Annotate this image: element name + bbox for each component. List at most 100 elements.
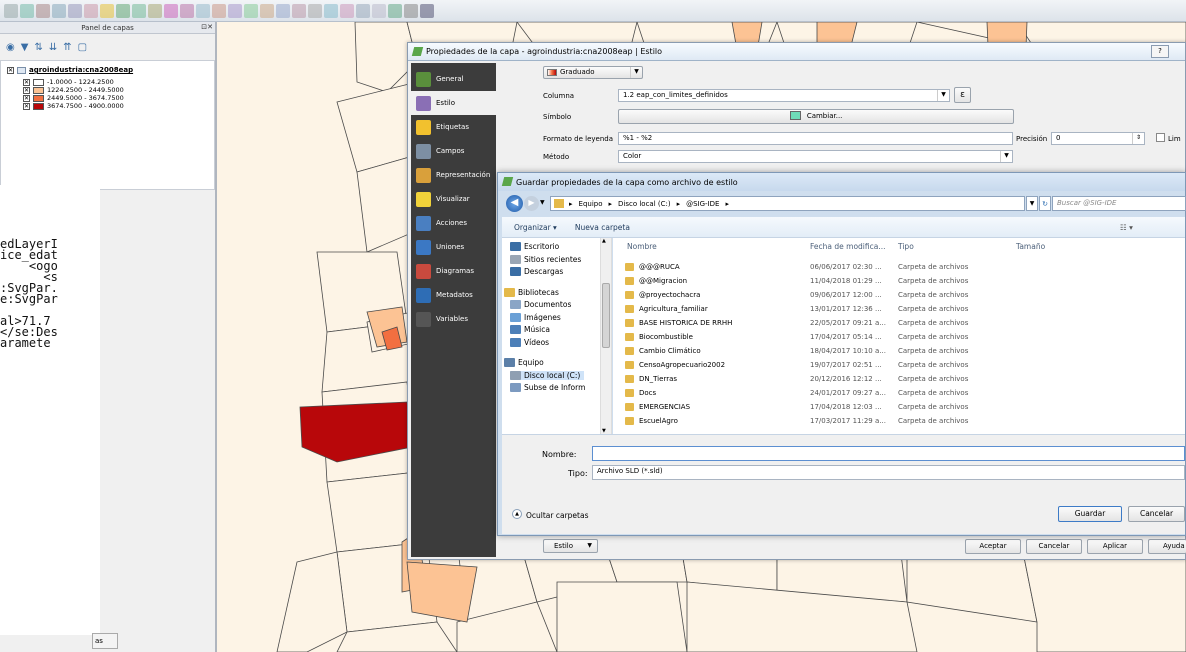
collapse-all-icon[interactable]: ⇈: [63, 42, 71, 53]
filename-input[interactable]: [592, 446, 1185, 461]
toolbar-tool-icon[interactable]: [260, 3, 274, 18]
nav-pane-item[interactable]: Equipo: [504, 358, 544, 367]
file-row[interactable]: @proyectochacra 09/06/2017 12:00 ... Carpe…: [613, 288, 1185, 302]
nav-pane-item[interactable]: Música: [510, 325, 550, 334]
toolbar-tool-icon[interactable]: [52, 3, 66, 18]
nav-item-uniones[interactable]: Uniones: [411, 235, 496, 259]
new-folder-button[interactable]: Nueva carpeta: [575, 223, 630, 232]
address-dropdown-icon[interactable]: ▼: [1026, 196, 1038, 211]
apply-button[interactable]: Aplicar: [1087, 539, 1143, 554]
toolbar-tool-icon[interactable]: [356, 3, 370, 18]
toolbar-tool-icon[interactable]: [164, 3, 178, 18]
nav-pane-item[interactable]: Disco local (C:): [510, 370, 585, 380]
column-select[interactable]: 1.2 eap_con_limites_definidos ▼: [618, 89, 950, 102]
help-button[interactable]: Ayuda: [1148, 539, 1186, 554]
toolbar-tool-icon[interactable]: [404, 3, 418, 18]
nav-item-representación[interactable]: Representación: [411, 163, 496, 187]
legend-item-checkbox[interactable]: ✕: [23, 102, 30, 110]
method-select[interactable]: Color ▼: [618, 150, 1013, 163]
legend-format-input[interactable]: %1 - %2: [618, 132, 1013, 145]
nav-item-estilo[interactable]: Estilo: [411, 91, 496, 115]
nav-pane-item[interactable]: Vídeos: [510, 337, 549, 347]
legend-item[interactable]: ✕ 3674.7500 - 4900.0000: [23, 102, 124, 110]
toolbar-tool-icon[interactable]: [100, 3, 114, 18]
toolbar-tool-icon[interactable]: [132, 3, 146, 18]
file-row[interactable]: CensoAgropecuario2002 19/07/2017 02:51 ..…: [613, 358, 1185, 372]
search-input[interactable]: Buscar @SIG-IDE: [1052, 196, 1186, 211]
nav-item-acciones[interactable]: Acciones: [411, 211, 496, 235]
toolbar-tool-icon[interactable]: [388, 3, 402, 18]
toolbar-tool-icon[interactable]: [68, 3, 82, 18]
toolbar-tool-icon[interactable]: [308, 3, 322, 18]
filetype-select[interactable]: Archivo SLD (*.sld): [592, 465, 1185, 480]
toolbar-tool-icon[interactable]: [228, 3, 242, 18]
accept-button[interactable]: Aceptar: [965, 539, 1021, 554]
breadcrumb[interactable]: ▸ Equipo ▸ Disco local (C:) ▸ @SIG-IDE ▸: [550, 196, 1025, 211]
view-options-icon[interactable]: ☷ ▾: [1120, 223, 1133, 232]
breadcrumb-separator-icon[interactable]: ▸: [569, 200, 573, 208]
toolbar-tool-icon[interactable]: [36, 3, 50, 18]
scroll-up-icon[interactable]: ▲: [602, 238, 606, 244]
close-panel-icon[interactable]: ⊡✕: [201, 23, 213, 31]
toolbar-tool-icon[interactable]: [148, 3, 162, 18]
filter-legend-icon[interactable]: ⇅: [34, 42, 42, 53]
refresh-icon[interactable]: ↻: [1039, 196, 1051, 211]
nav-pane-item[interactable]: Subse de Inform: [510, 383, 585, 392]
nav-item-variables[interactable]: Variables: [411, 307, 496, 331]
map-region[interactable]: [276, 551, 348, 652]
nav-pane-item[interactable]: Documentos: [510, 300, 571, 309]
file-row[interactable]: EMERGENCIAS 17/04/2018 12:03 ... Carpeta d…: [613, 400, 1185, 414]
map-region[interactable]: [556, 581, 688, 652]
layer-item[interactable]: ✕ agroindustria:cna2008eap: [7, 66, 133, 74]
toolbar-tool-icon[interactable]: [420, 3, 434, 18]
add-group-icon[interactable]: ◉: [6, 42, 15, 53]
scrollbar-thumb[interactable]: [602, 283, 610, 348]
breadcrumb-item[interactable]: Equipo: [579, 200, 603, 208]
back-icon[interactable]: ◀: [506, 195, 523, 212]
nav-pane-item[interactable]: Descargas: [510, 267, 563, 276]
change-symbol-button[interactable]: Cambiar...: [618, 109, 1014, 124]
toolbar-tool-icon[interactable]: [340, 3, 354, 18]
breadcrumb-separator-icon[interactable]: ▸: [677, 200, 681, 208]
cancel-save-button[interactable]: Cancelar: [1128, 506, 1185, 522]
toolbar-tool-icon[interactable]: [196, 3, 210, 18]
legend-item[interactable]: ✕ -1.0000 - 1224.2500: [23, 78, 114, 86]
expand-all-icon[interactable]: ⇊: [49, 42, 57, 53]
nav-item-etiquetas[interactable]: Etiquetas: [411, 115, 496, 139]
file-row[interactable]: Docs 24/01/2017 09:27 a... Carpeta de arch…: [613, 386, 1185, 400]
nav-pane-item[interactable]: Escritorio: [510, 242, 559, 251]
expression-button[interactable]: ε: [954, 87, 971, 103]
nav-item-general[interactable]: General: [411, 67, 496, 91]
precision-spinbox[interactable]: 0 ⇕: [1051, 132, 1145, 145]
legend-item-checkbox[interactable]: ✕: [23, 94, 30, 102]
save-button[interactable]: Guardar: [1058, 506, 1122, 522]
breadcrumb-separator-icon[interactable]: ▸: [725, 200, 729, 208]
collapse-icon[interactable]: ▲: [512, 509, 522, 519]
bottom-tab[interactable]: as: [92, 633, 118, 649]
toolbar-tool-icon[interactable]: [292, 3, 306, 18]
toolbar-tool-icon[interactable]: [20, 3, 34, 18]
cancel-button[interactable]: Cancelar: [1026, 539, 1082, 554]
legend-item[interactable]: ✕ 2449.5000 - 3674.7500: [23, 94, 124, 102]
breadcrumb-item[interactable]: Disco local (C:): [618, 200, 671, 208]
legend-item[interactable]: ✕ 1224.2500 - 2449.5000: [23, 86, 124, 94]
column-header-type[interactable]: Tipo: [898, 242, 914, 251]
file-row[interactable]: DN_Tierras 20/12/2016 12:12 ... Carpeta de…: [613, 372, 1185, 386]
renderer-select[interactable]: Graduado ▼: [543, 66, 643, 79]
toolbar-tool-icon[interactable]: [276, 3, 290, 18]
toolbar-tool-icon[interactable]: [372, 3, 386, 18]
column-header-size[interactable]: Tamaño: [1016, 242, 1045, 251]
breadcrumb-item[interactable]: @SIG-IDE: [686, 200, 719, 208]
nav-item-visualizar[interactable]: Visualizar: [411, 187, 496, 211]
nav-item-metadatos[interactable]: Metadatos: [411, 283, 496, 307]
recent-locations-icon[interactable]: ▼: [540, 199, 545, 206]
forward-icon[interactable]: ▶: [524, 196, 539, 211]
toolbar-tool-icon[interactable]: [84, 3, 98, 18]
nav-pane-item[interactable]: Imágenes: [510, 312, 561, 322]
layer-visibility-checkbox[interactable]: ✕: [7, 66, 14, 74]
map-region-classified[interactable]: [406, 561, 478, 623]
toolbar-tool-icon[interactable]: [180, 3, 194, 18]
file-row[interactable]: @@@RUCA 06/06/2017 02:30 ... Carpeta de ar…: [613, 260, 1185, 274]
help-icon[interactable]: ?: [1151, 45, 1169, 58]
organize-button[interactable]: Organizar ▾: [514, 223, 557, 232]
